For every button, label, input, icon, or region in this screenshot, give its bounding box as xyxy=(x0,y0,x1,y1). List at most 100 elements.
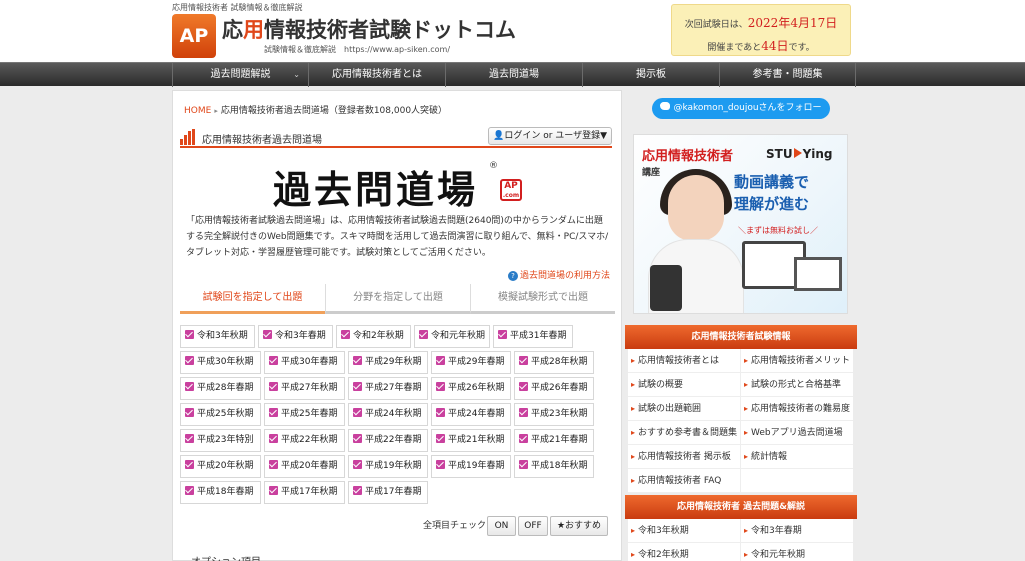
site-title-part: 応 xyxy=(222,18,243,42)
exam-checkbox[interactable]: 平成24年秋期 xyxy=(348,403,428,426)
tab-by-exam[interactable]: 試験回を指定して出題 xyxy=(180,284,325,314)
exam-label: 平成18年秋期 xyxy=(531,461,588,471)
exam-checkbox[interactable]: 平成26年春期 xyxy=(514,377,594,400)
exam-checkbox[interactable]: 平成30年春期 xyxy=(264,351,345,374)
usage-link-label: 過去問道場の利用方法 xyxy=(519,271,610,281)
nav-forum[interactable]: 掲示板 xyxy=(582,63,719,87)
ad-brand-post: Ying xyxy=(802,147,833,161)
exam-label: 令和元年秋期 xyxy=(431,331,486,341)
checkbox-checked-icon xyxy=(269,408,278,417)
exam-checkbox[interactable]: 平成28年春期 xyxy=(180,377,261,400)
site-title-rest: 情報技術者試験ドットコム xyxy=(264,18,516,42)
follow-label: @kakomon_doujouさんをフォロー xyxy=(673,103,822,113)
side-link[interactable]: Webアプリ過去問道場 xyxy=(740,421,853,445)
nav-books[interactable]: 参考書・問題集 xyxy=(719,63,856,87)
side-link[interactable]: 応用情報技術者 FAQ xyxy=(628,469,740,493)
ad-headline-line: 動画講義で xyxy=(734,173,810,191)
checkbox-checked-icon xyxy=(436,382,445,391)
exam-checkbox[interactable]: 平成22年春期 xyxy=(348,429,428,452)
checkbox-checked-icon xyxy=(269,434,278,443)
exam-checkbox[interactable]: 平成25年秋期 xyxy=(180,403,261,426)
exam-checkbox[interactable]: 平成22年秋期 xyxy=(264,429,345,452)
exam-checkbox[interactable]: 平成28年秋期 xyxy=(514,351,594,374)
check-all-off-button[interactable]: OFF xyxy=(518,516,548,536)
exam-checkbox[interactable]: 平成21年秋期 xyxy=(431,429,511,452)
tab-mock-exam[interactable]: 模擬試験形式で出題 xyxy=(470,284,615,314)
side-link[interactable]: 令和3年秋期 xyxy=(628,519,740,543)
checkbox-checked-icon xyxy=(269,382,278,391)
exam-checkbox[interactable]: 平成23年秋期 xyxy=(514,403,594,426)
exam-label: 平成23年特別 xyxy=(197,435,254,445)
site-header: 応用情報技術者 試験情報＆徹底解説 AP 応用情報技術者試験ドットコム 試験情報… xyxy=(0,0,1025,62)
next-exam-label: 次回試験日は、 xyxy=(684,20,748,30)
days-left: 44日 xyxy=(761,39,789,53)
ap-badge-text: AP xyxy=(504,181,518,191)
side-link[interactable]: 令和3年春期 xyxy=(740,519,853,543)
main-nav: 過去問題解説 ⌄ 応用情報技術者とは 過去問道場 掲示板 参考書・問題集 xyxy=(0,62,1025,87)
side-link[interactable]: 応用情報技術者 掲示板 xyxy=(628,445,740,469)
exam-checkbox[interactable]: 平成23年特別 xyxy=(180,429,261,452)
exam-checkbox[interactable]: 令和元年秋期 xyxy=(414,325,490,348)
exam-checkbox[interactable]: 平成27年秋期 xyxy=(264,377,345,400)
side-link[interactable]: 試験の出題範囲 xyxy=(628,397,740,421)
checkbox-checked-icon xyxy=(353,486,362,495)
exam-checkbox[interactable]: 平成29年春期 xyxy=(431,351,511,374)
check-all-on-button[interactable]: ON xyxy=(487,516,516,536)
exam-label: 平成24年春期 xyxy=(448,409,505,419)
exam-checkbox[interactable]: 平成17年秋期 xyxy=(264,481,345,504)
exam-checkbox[interactable]: 平成29年秋期 xyxy=(348,351,428,374)
site-title-accent: 用 xyxy=(243,18,264,42)
exam-label: 令和3年春期 xyxy=(275,331,326,341)
side-link[interactable]: 応用情報技術者メリット xyxy=(740,349,853,373)
checkbox-checked-icon xyxy=(185,434,194,443)
exam-checkbox[interactable]: 平成25年春期 xyxy=(264,403,345,426)
exam-checkbox[interactable]: 平成20年秋期 xyxy=(180,455,261,478)
checkbox-checked-icon xyxy=(185,382,194,391)
exam-label: 令和3年秋期 xyxy=(197,331,248,341)
exam-checkbox[interactable]: 平成27年春期 xyxy=(348,377,428,400)
breadcrumb-home[interactable]: HOME xyxy=(184,106,211,116)
side-link[interactable]: 応用情報技術者の難易度 xyxy=(740,397,853,421)
recommend-button[interactable]: ★おすすめ xyxy=(550,516,608,536)
exam-checkbox[interactable]: 令和3年春期 xyxy=(258,325,333,348)
twitter-follow-button[interactable]: @kakomon_doujouさんをフォロー xyxy=(652,98,830,119)
side-link[interactable]: 応用情報技術者とは xyxy=(628,349,740,373)
side-link[interactable]: 試験の概要 xyxy=(628,373,740,397)
side-link[interactable]: 統計情報 xyxy=(740,445,853,469)
nav-past-questions[interactable]: 過去問題解説 ⌄ xyxy=(172,63,308,87)
exam-checkbox[interactable]: 平成19年春期 xyxy=(431,455,511,478)
side-link[interactable]: 令和元年秋期 xyxy=(740,543,853,561)
side-link[interactable]: おすすめ参考書＆問題集 xyxy=(628,421,740,445)
login-button[interactable]: 👤ログイン or ユーザ登録▼ xyxy=(488,127,612,145)
days-left-label: 開催まであと xyxy=(707,43,762,53)
exam-checkbox[interactable]: 平成30年秋期 xyxy=(180,351,261,374)
checkbox-checked-icon xyxy=(419,330,428,339)
checkbox-checked-icon xyxy=(436,408,445,417)
exam-checkbox[interactable]: 令和3年秋期 xyxy=(180,325,255,348)
tab-by-field[interactable]: 分野を指定して出題 xyxy=(325,284,470,314)
exam-checkbox[interactable]: 平成19年秋期 xyxy=(348,455,428,478)
exam-info-heading: 応用情報技術者試験情報 xyxy=(625,325,857,349)
exam-checkbox[interactable]: 平成20年春期 xyxy=(264,455,345,478)
logo-icon[interactable]: AP xyxy=(172,14,216,58)
exam-checkbox[interactable]: 平成31年春期 xyxy=(493,325,573,348)
exam-checkbox[interactable]: 令和2年秋期 xyxy=(336,325,411,348)
exam-checkbox[interactable]: 平成17年春期 xyxy=(348,481,428,504)
nav-dojo[interactable]: 過去問道場 xyxy=(445,63,582,87)
studying-ad-banner[interactable]: 応用情報技術者 講座 STU Ying 動画講義で 理解が進む ＼まずは無料お試し／ xyxy=(633,134,848,314)
exam-checkbox[interactable]: 平成24年春期 xyxy=(431,403,511,426)
exam-label: 平成27年秋期 xyxy=(281,383,338,393)
usage-link[interactable]: ? 過去問道場の利用方法 xyxy=(507,268,610,281)
exam-checkbox[interactable]: 平成18年秋期 xyxy=(514,455,594,478)
site-title[interactable]: 応用情報技術者試験ドットコム xyxy=(222,14,516,44)
side-link[interactable]: 試験の形式と合格基準 xyxy=(740,373,853,397)
exam-checkbox[interactable]: 平成21年春期 xyxy=(514,429,594,452)
side-link[interactable]: 令和2年秋期 xyxy=(628,543,740,561)
nav-about[interactable]: 応用情報技術者とは xyxy=(308,63,445,87)
ad-headline-line: 理解が進む xyxy=(734,195,810,213)
ad-free-trial: ＼まずは無料お試し／ xyxy=(738,226,818,235)
exam-checkbox[interactable]: 平成26年秋期 xyxy=(431,377,511,400)
exam-label: 平成29年春期 xyxy=(448,357,505,367)
exam-checkbox[interactable]: 平成18年春期 xyxy=(180,481,261,504)
phone-icon xyxy=(650,265,682,311)
